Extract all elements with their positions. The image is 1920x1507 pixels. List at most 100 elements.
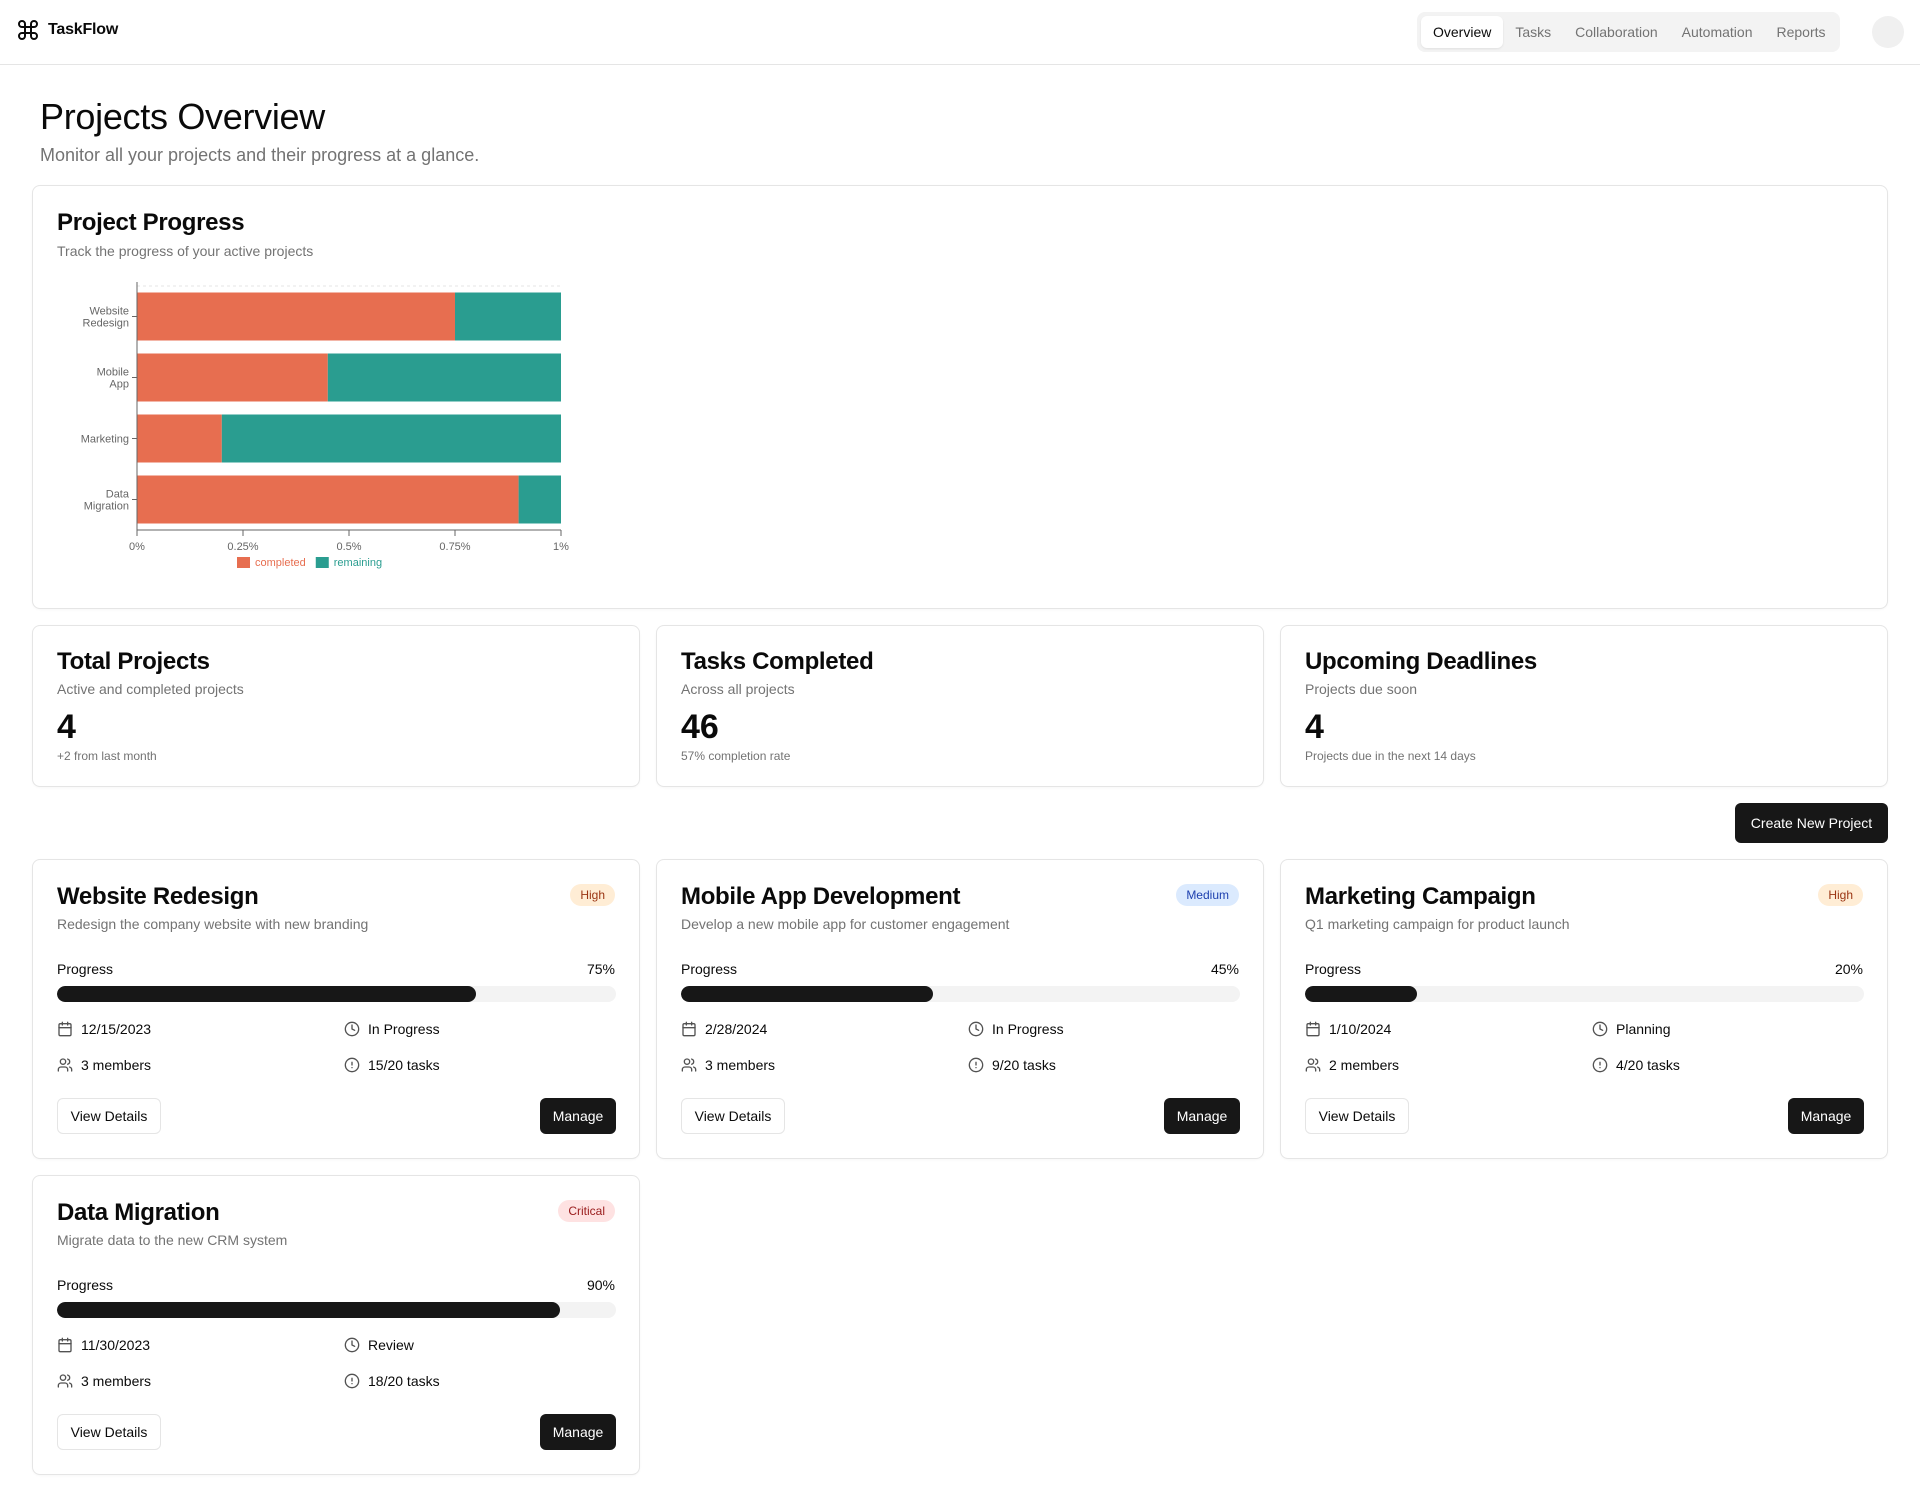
stat-note: 57% completion rate xyxy=(681,749,791,763)
task-count: 4/20 tasks xyxy=(1592,1057,1680,1073)
project-description: Develop a new mobile app for customer en… xyxy=(681,916,1010,932)
priority-badge: Medium xyxy=(1176,884,1239,906)
view-details-button[interactable]: View Details xyxy=(681,1098,785,1134)
status-text: In Progress xyxy=(368,1021,440,1037)
progress-label: Progress xyxy=(57,961,114,977)
progress-percent: 90% xyxy=(586,1277,615,1293)
progress-percent: 75% xyxy=(586,961,615,977)
stat-value: 46 xyxy=(681,708,719,746)
priority-badge: High xyxy=(570,884,615,906)
project-description: Migrate data to the new CRM system xyxy=(57,1232,288,1248)
project-card: Mobile App Development Medium Develop a … xyxy=(656,859,1264,1159)
calendar-icon xyxy=(58,1021,72,1037)
stat-note: Projects due in the next 14 days xyxy=(1305,749,1476,763)
users-icon xyxy=(57,1058,73,1072)
project-status: In Progress xyxy=(344,1021,440,1037)
due-date-text: 12/15/2023 xyxy=(81,1021,152,1037)
x-tick-label: 1% xyxy=(553,541,569,553)
alert-circle-icon xyxy=(344,1057,360,1073)
top-header: TaskFlow Overview Tasks Collaboration Au… xyxy=(0,0,1920,65)
users-icon xyxy=(1305,1058,1321,1072)
tasks-text: 15/20 tasks xyxy=(368,1057,440,1073)
clock-icon xyxy=(344,1021,360,1037)
project-status: Planning xyxy=(1592,1021,1671,1037)
avatar[interactable] xyxy=(1872,16,1904,48)
tab-automation[interactable]: Automation xyxy=(1670,16,1765,48)
page-subtitle: Monitor all your projects and their prog… xyxy=(40,145,480,165)
task-count: 18/20 tasks xyxy=(344,1373,440,1389)
bar-remaining xyxy=(327,353,561,402)
clock-icon xyxy=(1592,1021,1608,1037)
stat-value: 4 xyxy=(1305,708,1324,746)
create-new-project-button[interactable]: Create New Project xyxy=(1735,803,1888,843)
project-title: Marketing Campaign xyxy=(1305,883,1536,910)
progress-bar xyxy=(57,1302,616,1318)
stat-title: Upcoming Deadlines xyxy=(1305,648,1537,675)
stat-value: 4 xyxy=(57,708,76,746)
project-card: Website Redesign High Redesign the compa… xyxy=(32,859,640,1159)
status-text: Planning xyxy=(1616,1021,1671,1037)
tab-collaboration[interactable]: Collaboration xyxy=(1563,16,1670,48)
app-name: TaskFlow xyxy=(48,21,119,38)
tab-tasks[interactable]: Tasks xyxy=(1503,16,1563,48)
tab-reports[interactable]: Reports xyxy=(1764,16,1837,48)
calendar-icon xyxy=(682,1021,696,1037)
view-details-button[interactable]: View Details xyxy=(57,1414,161,1450)
users-icon xyxy=(681,1058,697,1072)
due-date: 11/30/2023 xyxy=(57,1337,150,1353)
bar-completed xyxy=(137,475,519,524)
due-date: 2/28/2024 xyxy=(681,1021,767,1037)
bar-completed xyxy=(137,353,328,402)
manage-button[interactable]: Manage xyxy=(1788,1098,1864,1134)
project-card: Marketing Campaign High Q1 marketing cam… xyxy=(1280,859,1888,1159)
members-text: 3 members xyxy=(705,1057,776,1073)
users-icon xyxy=(57,1374,73,1388)
task-count: 9/20 tasks xyxy=(968,1057,1056,1073)
project-description: Redesign the company website with new br… xyxy=(57,916,369,932)
main-nav: Overview Tasks Collaboration Automation … xyxy=(1417,12,1840,52)
y-tick-label: Data Migration xyxy=(84,489,130,513)
project-title: Website Redesign xyxy=(57,883,259,910)
stat-note: +2 from last month xyxy=(57,749,157,763)
project-progress-chart: Website Redesign Mobile App Marketing Data Mig… xyxy=(81,282,569,569)
progress-bar xyxy=(1305,986,1864,1002)
page-title: Projects Overview xyxy=(40,96,325,137)
project-title: Data Migration xyxy=(57,1199,220,1226)
bar-remaining xyxy=(455,292,561,341)
team-members: 2 members xyxy=(1305,1057,1399,1073)
manage-button[interactable]: Manage xyxy=(1164,1098,1240,1134)
clock-icon xyxy=(344,1337,360,1353)
team-members: 3 members xyxy=(57,1373,151,1389)
due-date: 12/15/2023 xyxy=(57,1021,151,1037)
tab-overview[interactable]: Overview xyxy=(1421,16,1504,48)
priority-badge: Critical xyxy=(558,1200,615,1222)
progress-fill xyxy=(57,986,477,1002)
command-icon xyxy=(18,20,38,40)
project-status: Review xyxy=(344,1337,414,1353)
project-card: Data Migration Critical Migrate data to … xyxy=(32,1175,640,1475)
manage-button[interactable]: Manage xyxy=(540,1098,616,1134)
legend-swatch xyxy=(237,557,250,568)
due-date-text: 2/28/2024 xyxy=(705,1021,768,1037)
y-tick-label: Website Redesign xyxy=(83,306,129,330)
team-members: 3 members xyxy=(681,1057,775,1073)
view-details-button[interactable]: View Details xyxy=(1305,1098,1409,1134)
progress-fill xyxy=(681,986,933,1002)
stat-description: Across all projects xyxy=(681,681,795,697)
legend-swatch xyxy=(315,557,329,568)
project-status: In Progress xyxy=(968,1021,1064,1037)
x-tick-label: 0.25% xyxy=(227,541,258,553)
tasks-text: 9/20 tasks xyxy=(992,1057,1056,1073)
stat-title: Total Projects xyxy=(57,648,210,675)
brand[interactable]: TaskFlow xyxy=(16,18,118,42)
tasks-text: 18/20 tasks xyxy=(368,1373,440,1389)
manage-button[interactable]: Manage xyxy=(540,1414,616,1450)
progress-percent: 20% xyxy=(1834,961,1863,977)
progress-label: Progress xyxy=(1305,961,1362,977)
stat-card-tasks-completed: Tasks Completed Across all projects 46 5… xyxy=(656,625,1264,787)
bar-remaining xyxy=(221,414,562,463)
priority-badge: High xyxy=(1818,884,1863,906)
tasks-text: 4/20 tasks xyxy=(1616,1057,1680,1073)
view-details-button[interactable]: View Details xyxy=(57,1098,161,1134)
stat-description: Projects due soon xyxy=(1305,681,1418,697)
